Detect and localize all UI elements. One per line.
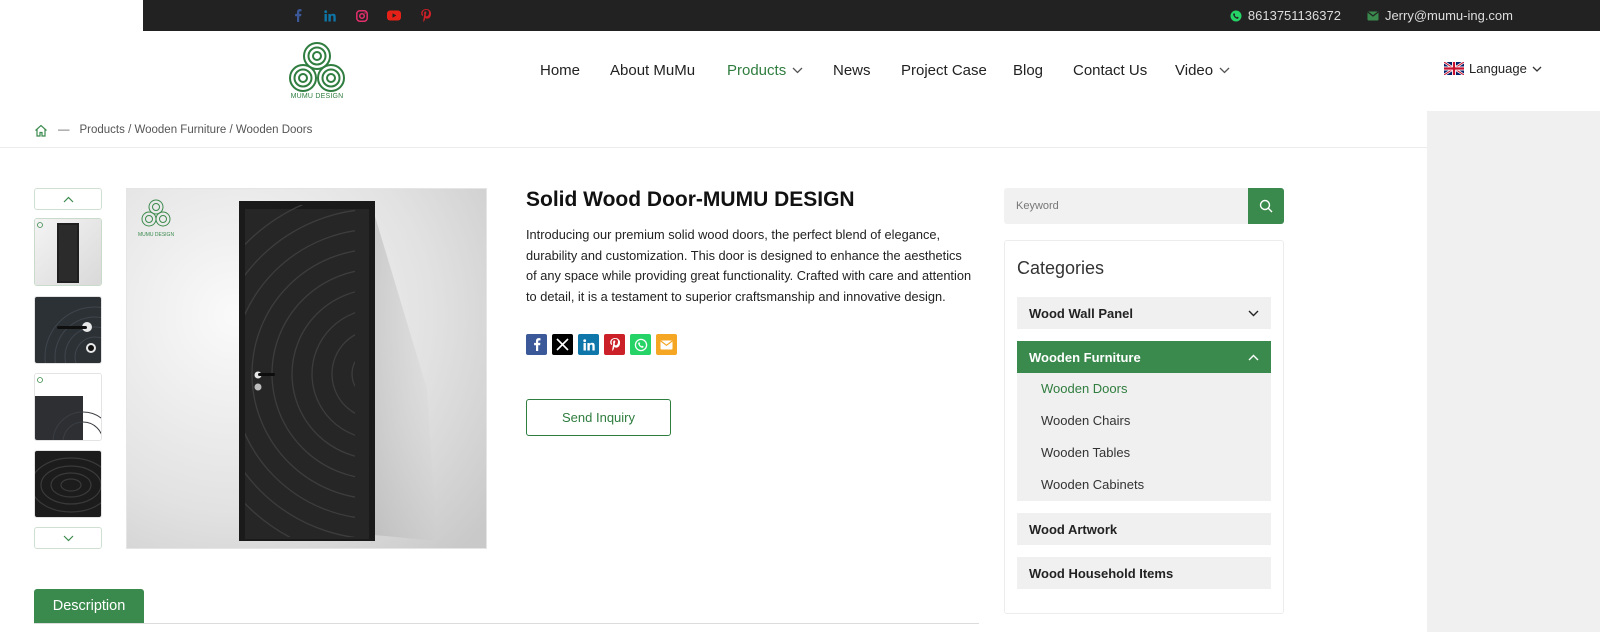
main-nav: Home About MuMu Products News Project Ca… <box>540 56 1230 84</box>
nav-blog[interactable]: Blog <box>1013 56 1073 84</box>
search-icon <box>1259 199 1273 213</box>
chevron-down-icon <box>63 535 73 541</box>
breadcrumb-separator: — <box>58 124 70 136</box>
category-label: Wood Artwork <box>1029 521 1118 537</box>
nav-label: News <box>833 61 871 79</box>
thumbnail-4[interactable] <box>34 450 102 518</box>
logo-text: MUMU DESIGN <box>290 93 344 100</box>
category-label: Wood Wall Panel <box>1029 305 1134 321</box>
email-contact[interactable]: Jerry@mumu-ing.com <box>1367 8 1513 23</box>
whatsapp-icon[interactable] <box>630 334 651 355</box>
image-watermark-text: MUMU DESIGN <box>138 232 175 238</box>
breadcrumb-divider <box>0 147 1427 148</box>
subcategory-wooden-tables[interactable]: Wooden Tables <box>1041 445 1130 460</box>
breadcrumb: — Products / Wooden Furniture / Wooden D… <box>34 121 312 139</box>
thumb-next-button[interactable] <box>34 527 102 549</box>
language-label: Language <box>1469 61 1527 76</box>
product-main-image[interactable]: MUMU DESIGN <box>126 188 487 549</box>
phone-contact[interactable]: 8613751136372 <box>1230 8 1341 23</box>
product-description: Introducing our premium solid wood doors… <box>526 227 972 304</box>
categories-panel: Categories Wood Wall Panel Wooden Furnit… <box>1004 240 1284 614</box>
nav-news[interactable]: News <box>833 56 901 84</box>
subcategory-wooden-chairs[interactable]: Wooden Chairs <box>1041 413 1130 428</box>
thumbnail-2[interactable] <box>34 296 102 364</box>
thumbnail-3[interactable] <box>34 373 102 441</box>
home-icon[interactable] <box>34 124 48 137</box>
chevron-up-icon <box>1248 354 1259 360</box>
nav-label: Products <box>727 61 787 79</box>
chevron-down-icon <box>1532 66 1542 72</box>
nav-label: Contact Us <box>1073 61 1148 79</box>
category-wood-household-items[interactable]: Wood Household Items <box>1017 557 1271 589</box>
chevron-down-icon <box>792 67 803 73</box>
pinterest-icon[interactable] <box>417 7 434 24</box>
category-label: Wooden Furniture <box>1029 349 1141 365</box>
social-links <box>289 7 434 24</box>
category-wood-wall-panel[interactable]: Wood Wall Panel <box>1017 297 1271 329</box>
tab-divider <box>34 623 979 624</box>
thumb-prev-button[interactable] <box>34 188 102 210</box>
nav-products[interactable]: Products <box>727 56 833 84</box>
chevron-down-icon <box>1219 67 1230 73</box>
subcategory-list: Wooden Doors Wooden Chairs Wooden Tables… <box>1017 373 1271 501</box>
right-gray-panel <box>1427 111 1600 632</box>
instagram-icon[interactable] <box>353 7 370 24</box>
nav-label: Video <box>1175 61 1214 79</box>
thumbnail-1[interactable] <box>34 218 102 286</box>
nav-label: Home <box>540 61 581 79</box>
share-buttons <box>526 334 677 355</box>
nav-label: Blog <box>1013 61 1044 79</box>
category-wooden-furniture[interactable]: Wooden Furniture <box>1017 341 1271 373</box>
nav-contact[interactable]: Contact Us <box>1073 56 1175 84</box>
nav-label: About MuMu <box>610 61 696 79</box>
language-selector[interactable]: Language <box>1444 61 1542 76</box>
linkedin-icon[interactable] <box>578 334 599 355</box>
nav-home[interactable]: Home <box>540 56 610 84</box>
nav-video[interactable]: Video <box>1175 56 1230 84</box>
pinterest-icon[interactable] <box>604 334 625 355</box>
facebook-icon[interactable] <box>289 7 306 24</box>
tab-description[interactable]: Description <box>34 589 144 623</box>
search-box <box>1004 188 1284 224</box>
search-input[interactable] <box>1004 188 1248 224</box>
uk-flag-icon <box>1444 62 1464 75</box>
send-inquiry-button[interactable]: Send Inquiry <box>526 399 671 436</box>
chevron-up-icon <box>63 196 73 202</box>
linkedin-icon[interactable] <box>321 7 338 24</box>
nav-project-case[interactable]: Project Case <box>901 56 1013 84</box>
nav-label: Project Case <box>901 61 987 79</box>
nav-about[interactable]: About MuMu <box>610 56 727 84</box>
subcategory-wooden-doors[interactable]: Wooden Doors <box>1041 381 1127 396</box>
facebook-icon[interactable] <box>526 334 547 355</box>
youtube-icon[interactable] <box>385 7 402 24</box>
categories-title: Categories <box>1017 258 1105 278</box>
email-address: Jerry@mumu-ing.com <box>1384 8 1513 23</box>
x-icon[interactable] <box>552 334 573 355</box>
subcategory-wooden-cabinets[interactable]: Wooden Cabinets <box>1041 477 1144 492</box>
category-wood-artwork[interactable]: Wood Artwork <box>1017 513 1271 545</box>
whatsapp-icon <box>1230 10 1242 21</box>
category-label: Wood Household Items <box>1029 565 1174 581</box>
search-button[interactable] <box>1248 188 1284 224</box>
contact-info: 8613751136372 Jerry@mumu-ing.com <box>1230 0 1513 31</box>
email-icon[interactable] <box>656 334 677 355</box>
chevron-down-icon <box>1248 310 1259 316</box>
email-icon <box>1367 11 1379 20</box>
breadcrumb-path[interactable]: Products / Wooden Furniture / Wooden Doo… <box>80 124 313 136</box>
phone-number: 8613751136372 <box>1247 8 1341 23</box>
product-title: Solid Wood Door-MUMU DESIGN <box>526 188 855 211</box>
